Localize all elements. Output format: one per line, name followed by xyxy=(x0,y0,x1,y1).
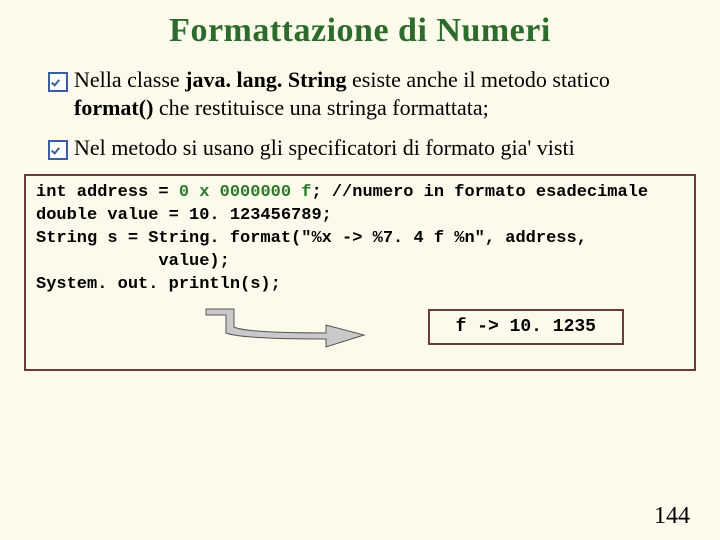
bullet-text: Nel metodo si usano gli specificatori di… xyxy=(74,134,682,162)
checkbox-icon xyxy=(48,72,68,92)
arrow-icon xyxy=(196,295,386,365)
output-value: f -> 10. 1235 xyxy=(428,309,624,345)
list-item: Nel metodo si usano gli specificatori di… xyxy=(48,134,682,162)
list-item: Nella classe java. lang. String esiste a… xyxy=(48,66,682,122)
checkbox-icon xyxy=(48,140,68,160)
page-title: Formattazione di Numeri xyxy=(18,12,702,50)
code-line: String s = String. format("%x -> %7. 4 f… xyxy=(36,228,684,251)
code-line: double value = 10. 123456789; xyxy=(36,205,684,228)
code-snippet: int address = 0 x 0000000 f; //numero in… xyxy=(24,174,696,371)
page-number: 144 xyxy=(654,503,690,530)
bullet-text: Nella classe java. lang. String esiste a… xyxy=(74,66,682,122)
code-line: int address = 0 x 0000000 f; //numero in… xyxy=(36,182,684,205)
output-area: f -> 10. 1235 xyxy=(36,303,684,363)
bullet-list: Nella classe java. lang. String esiste a… xyxy=(18,66,702,162)
code-line: System. out. println(s); xyxy=(36,274,684,297)
code-line: value); xyxy=(36,251,684,274)
